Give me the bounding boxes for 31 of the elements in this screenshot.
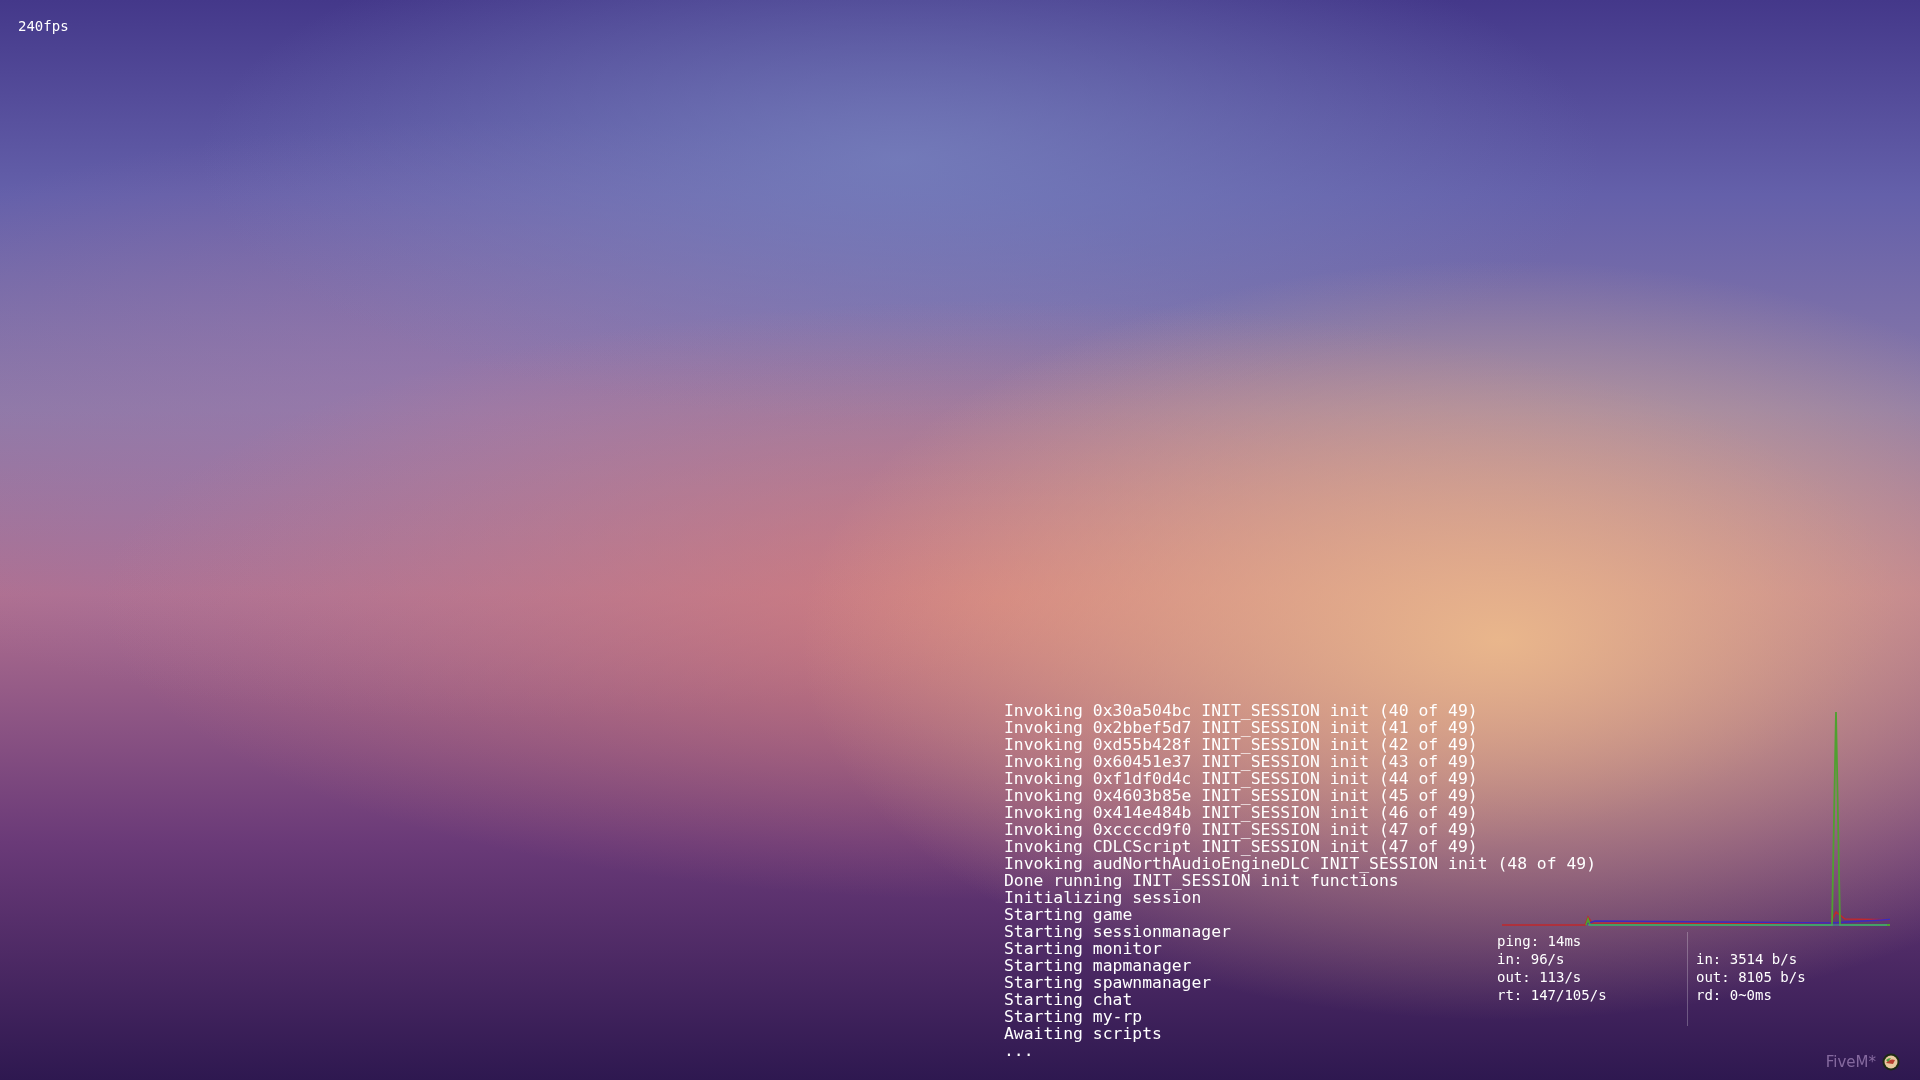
console-line: Starting my-rp (1004, 1008, 1143, 1025)
net-stat: out: 8105 b/s (1696, 968, 1806, 986)
console-line: ... (1004, 1042, 1034, 1059)
console-line: Invoking 0x414e484b INIT_SESSION init (46 of 49) (1004, 804, 1478, 821)
console-line: Starting monitor (1004, 940, 1162, 957)
net-stat: rt: 147/105/s (1497, 986, 1608, 1004)
console-line: Invoking 0x2bbef5d7 INIT_SESSION init (41 of 49) (1004, 719, 1478, 736)
console-line: Invoking CDLCScript INIT_SESSION init (47 of 49) (1004, 838, 1478, 855)
console-line: Initializing session (1004, 889, 1202, 906)
fps-counter: 240fps (18, 18, 69, 34)
console-line: Starting spawnmanager (1004, 974, 1212, 991)
console-line: Starting chat (1004, 991, 1133, 1008)
net-stat: in: 3514 b/s (1696, 950, 1799, 968)
console-line: Starting game (1004, 906, 1133, 923)
console-line: Invoking 0x60451e37 INIT_SESSION init (43 of 49) (1004, 753, 1478, 770)
net-stat: in: 96/s (1497, 950, 1566, 968)
console-line: Invoking 0x30a504bc INIT_SESSION init (40 of 49) (1004, 702, 1478, 719)
console-line: Invoking 0xccccd9f0 INIT_SESSION init (47 of 49) (1004, 821, 1478, 838)
net-stat: ping: 14ms (1497, 932, 1583, 950)
brand-label: FiveM* (1825, 1053, 1876, 1071)
round-emblem-icon (1882, 1053, 1900, 1071)
console-line: Invoking 0xd55b428f INIT_SESSION init (42 of 49) (1004, 736, 1478, 753)
net-stat: rd: 0~0ms (1696, 986, 1773, 1004)
console-line: Awaiting scripts (1004, 1025, 1162, 1042)
console-line: Invoking 0x4603b85e INIT_SESSION init (45 of 49) (1004, 787, 1478, 804)
console-line: Starting sessionmanager (1004, 923, 1231, 940)
console-line: Invoking 0xf1df0d4c INIT_SESSION init (44 of 49) (1004, 770, 1478, 787)
console-line: Invoking audNorthAudioEngineDLC INIT_SESSION init (48 of 49) (1004, 855, 1597, 872)
net-stat: out: 113/s (1497, 968, 1583, 986)
console-line: Starting mapmanager (1004, 957, 1192, 974)
console-line: Done running INIT_SESSION init functions (1004, 872, 1399, 889)
